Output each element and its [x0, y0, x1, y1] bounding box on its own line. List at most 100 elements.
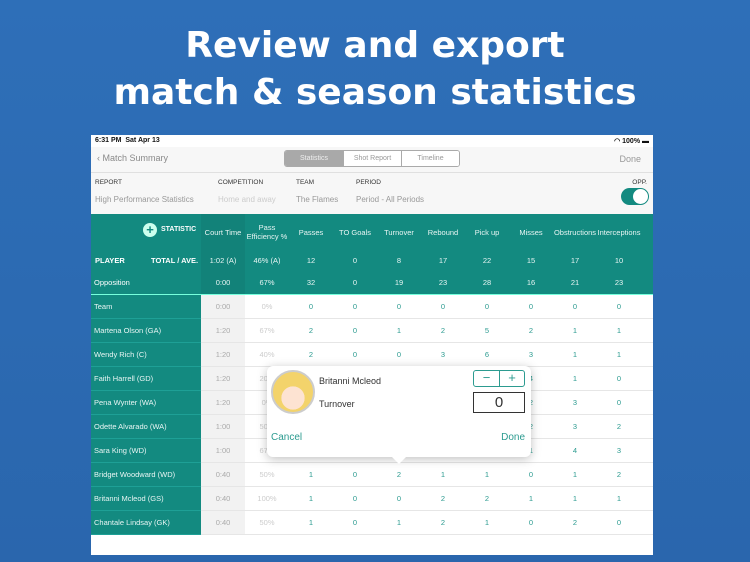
total-cell: 0 [641, 250, 653, 272]
column-header: Pick up [474, 227, 500, 237]
column-header: Turnover [384, 227, 414, 237]
total-cell: 8 [396, 256, 402, 265]
status-date: Sat Apr 13 [125, 137, 160, 144]
column-header: Court Time [204, 227, 242, 237]
competition-select[interactable]: Home and away [218, 195, 276, 204]
stat-cell: 1 [396, 518, 402, 527]
team-label: TEAM [296, 179, 315, 186]
stat-cell: 3 [440, 350, 446, 359]
total-cell: 0 [352, 256, 358, 265]
stat-cell: 1 [616, 326, 622, 335]
total-cell: 15 [526, 256, 536, 265]
stat-cell: 0 [616, 374, 622, 383]
battery-percent: 100% [622, 138, 641, 145]
team-select[interactable]: The Flames [296, 195, 338, 204]
tab-timeline[interactable]: Timeline [401, 151, 459, 166]
battery-icon: ▬ [642, 138, 649, 145]
stat-cell: 0 [528, 302, 534, 311]
stat-cell: 1 [616, 350, 622, 359]
period-select[interactable]: Period - All Periods [356, 195, 424, 204]
period-label: PERIOD [356, 179, 381, 186]
player-name: Pena Wynter (WA) [91, 391, 201, 415]
opposition-cell: 21 [570, 278, 580, 287]
stat-cell: 0 [352, 326, 358, 335]
stat-cell: 2 [484, 494, 490, 503]
cancel-button[interactable]: Cancel [271, 432, 302, 443]
opposition-name: Opposition [94, 278, 130, 287]
stat-cell: 3 [528, 350, 534, 359]
opp-label: OPP. [632, 179, 647, 186]
stat-cell: 0:40 [215, 518, 231, 527]
opposition-cell: 16 [526, 278, 536, 287]
stat-cell: 2 [440, 494, 446, 503]
popup-done-button[interactable]: Done [501, 432, 525, 443]
opposition-cell: 28 [482, 278, 492, 287]
back-button[interactable]: ‹ Match Summary [97, 153, 168, 163]
app-window: 6:31 PM Sat Apr 13 ◠ 100% ▬ ‹ Match Summ… [91, 135, 653, 555]
stat-cell: 2 [616, 470, 622, 479]
report-select[interactable]: High Performance Statistics [95, 195, 194, 204]
opposition-cell: 0:00 [215, 278, 231, 287]
opposition-row: Opposition 0:00 67% 32 0 19 23 28 16 21 23 [91, 272, 653, 295]
stat-cell: 1 [396, 326, 402, 335]
table-row[interactable]: Chantale Lindsay (GK) 0:40 50% 1 0 1 2 1 0 2 0 [91, 511, 653, 535]
column-header: Passes [298, 227, 324, 237]
opp-toggle[interactable] [621, 188, 649, 205]
wifi-icon: ◠ [614, 138, 621, 145]
stat-cell: 1 [308, 518, 314, 527]
stat-cell: 5 [484, 326, 490, 335]
player-name: Odette Alvarado (WA) [91, 415, 201, 439]
total-cell: 17 [438, 256, 448, 265]
value-stepper: − + [473, 370, 525, 387]
stat-cell: 50% [259, 518, 275, 527]
stat-cell: 1 [308, 494, 314, 503]
player-name: Bridget Woodward (WD) [91, 463, 201, 487]
decrement-button[interactable]: − [474, 371, 499, 386]
headline-line-1: Review and export [185, 25, 565, 66]
total-row: PLAYER TOTAL / AVE. 1:02 (A) 46% (A) 12 0 8 1… [91, 250, 653, 272]
back-label: Match Summary [102, 153, 169, 163]
stat-cell: 40% [259, 350, 275, 359]
player-name: Martena Olson (GA) [91, 319, 201, 343]
header-row: + STATISTIC Court Time Pass Efficiency % P… [91, 214, 653, 250]
table-row[interactable]: Britanni Mcleod (GS) 0:40 100% 1 0 0 2 2 1 1 1 [91, 487, 653, 511]
stat-cell: 0 [616, 302, 622, 311]
total-cell: 12 [306, 256, 316, 265]
stat-cell: 0 [352, 470, 358, 479]
column-header: TO Goals [339, 227, 371, 237]
stat-cell: 1 [572, 326, 578, 335]
opposition-cell: 0 [352, 278, 358, 287]
column-header: Interceptions [597, 227, 641, 237]
stat-cell: 0 [396, 494, 402, 503]
increment-button[interactable]: + [499, 371, 524, 386]
stat-cell: 2 [396, 470, 402, 479]
table-row[interactable]: Team 0:00 0% 0 0 0 0 0 0 0 0 [91, 295, 653, 319]
stat-cell: 0 [528, 518, 534, 527]
table-row[interactable]: Wendy Rich (C) 1:20 40% 2 0 0 3 6 3 1 1 [91, 343, 653, 367]
status-bar: 6:31 PM Sat Apr 13 ◠ 100% ▬ [91, 135, 653, 147]
opposition-cell: 67% [259, 278, 275, 287]
stat-cell: 3 [572, 422, 578, 431]
column-header: Rebound [427, 227, 459, 237]
add-statistic-icon[interactable]: + [143, 223, 157, 237]
stat-cell: 0 [352, 518, 358, 527]
stat-cell: 100% [257, 494, 277, 503]
stat-cell: 0 [616, 518, 622, 527]
total-cell: 17 [570, 256, 580, 265]
value-field[interactable]: 0 [473, 392, 525, 413]
statistic-label: STATISTIC [161, 226, 197, 233]
status-time: 6:31 PM [95, 137, 122, 144]
stat-cell: 0 [352, 350, 358, 359]
tab-shot-report[interactable]: Shot Report [343, 151, 401, 166]
stat-cell: 1 [484, 518, 490, 527]
report-label: REPORT [95, 179, 122, 186]
competition-label: COMPETITION [218, 179, 264, 186]
table-row[interactable]: Martena Olson (GA) 1:20 67% 2 0 1 2 5 2 1 1 [91, 319, 653, 343]
done-button[interactable]: Done [619, 154, 641, 164]
stat-cell: 0% [261, 302, 273, 311]
total-cell: 46% (A) [253, 256, 281, 265]
table-row[interactable]: Bridget Woodward (WD) 0:40 50% 1 0 2 1 1 0 1 2 [91, 463, 653, 487]
stat-cell: 1 [440, 470, 446, 479]
tab-statistics[interactable]: Statistics [285, 151, 343, 166]
stat-cell: 4 [572, 446, 578, 455]
